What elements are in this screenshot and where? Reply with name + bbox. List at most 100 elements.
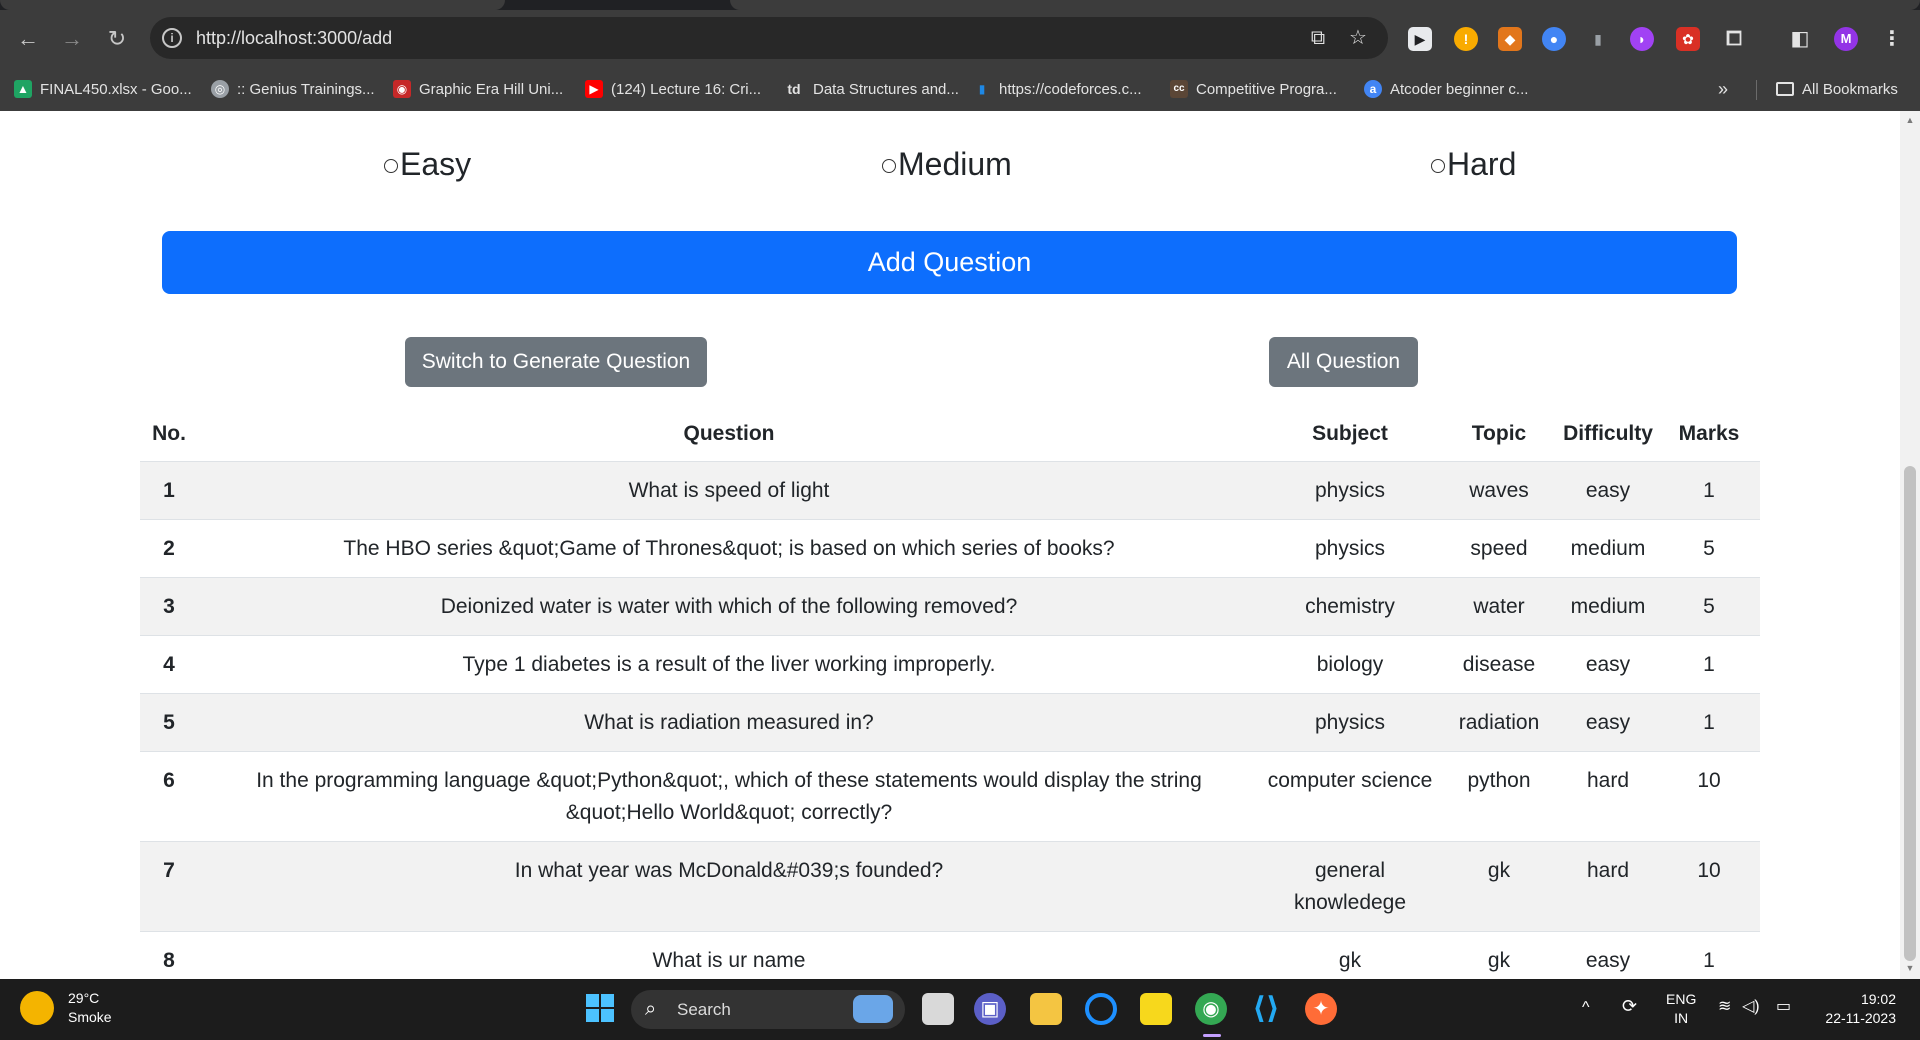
all-question-button[interactable]: All Question — [1269, 337, 1418, 387]
bookmark-item[interactable]: ◉ Graphic Era Hill Uni... — [393, 78, 563, 100]
bookmark-label: Competitive Progra... — [1196, 80, 1337, 98]
bookmark-item[interactable]: ▮ https://codeforces.c... — [973, 78, 1142, 100]
ublock-extension-icon[interactable]: ✿ — [1676, 27, 1700, 51]
add-question-button[interactable]: Add Question — [162, 231, 1737, 294]
browser-chrome: ← → ↻ i http://localhost:3000/add ⧉ ☆ ▶ … — [0, 0, 1920, 111]
taskbar-search[interactable]: ⌕ Search — [631, 990, 905, 1029]
wifi-icon[interactable]: ≋ — [1718, 997, 1731, 1016]
difficulty-radio-easy[interactable]: Easy — [384, 146, 471, 183]
language-indicator[interactable]: ENG IN — [1666, 990, 1696, 1028]
table-row: 3 Deionized water is water with which of … — [140, 577, 1760, 636]
table-row: 5 What is radiation measured in? physics ra… — [140, 693, 1760, 752]
cell-no: 8 — [140, 931, 198, 979]
profile-avatar[interactable]: M — [1834, 27, 1858, 51]
weather-temp: 29°C — [68, 990, 100, 1006]
side-panel-icon[interactable]: ◧ — [1788, 27, 1812, 51]
back-icon[interactable]: ← — [14, 25, 42, 53]
bookmark-item[interactable]: a Atcoder beginner c... — [1364, 78, 1528, 100]
cell-no: 7 — [140, 841, 198, 932]
sync-icon[interactable]: ⟳ — [1622, 997, 1637, 1016]
radio-circle-icon[interactable] — [882, 159, 896, 173]
scrollbar-thumb[interactable] — [1904, 466, 1916, 961]
difficulty-radio-medium[interactable]: Medium — [882, 146, 1012, 183]
chrome-icon[interactable]: ◉ — [1195, 993, 1227, 1025]
dropper-extension-icon[interactable]: ▮ — [1586, 27, 1610, 51]
menu-kebab-icon[interactable]: ⋮ — [1880, 27, 1904, 51]
site-info-icon[interactable]: i — [162, 28, 182, 48]
vscode-icon[interactable]: ⟨⟩ — [1250, 993, 1282, 1025]
cast-extension-icon[interactable]: ▶ — [1408, 27, 1432, 51]
radio-circle-icon[interactable] — [384, 159, 398, 173]
cell-marks: 10 — [1658, 751, 1760, 842]
volume-icon[interactable]: ◁) — [1742, 997, 1760, 1016]
forward-icon[interactable]: → — [58, 25, 86, 53]
bookmark-label: (124) Lecture 16: Cri... — [611, 80, 762, 98]
scroll-down-arrow-icon[interactable]: ▼ — [1905, 963, 1915, 973]
cell-question: Deionized water is water with which of t… — [198, 577, 1260, 636]
weather-sun-icon — [20, 991, 54, 1025]
cell-subject: physics — [1260, 519, 1440, 578]
teams-chat-icon[interactable]: ▣ — [974, 993, 1006, 1025]
bookmark-item[interactable]: ◎ :: Genius Trainings... — [211, 78, 375, 100]
address-bar[interactable]: i http://localhost:3000/add ⧉ ☆ — [150, 17, 1388, 59]
bookmark-star-icon[interactable]: ☆ — [1346, 26, 1370, 50]
cell-question: What is speed of light — [198, 461, 1260, 520]
bookmark-item[interactable]: td Data Structures and... — [783, 78, 959, 100]
cell-topic: water — [1440, 577, 1558, 636]
reload-icon[interactable]: ↻ — [103, 25, 131, 53]
bookmark-item[interactable]: cc Competitive Progra... — [1170, 78, 1337, 100]
scroll-up-arrow-icon[interactable]: ▲ — [1905, 115, 1915, 125]
info-extension-icon[interactable]: ! — [1454, 27, 1478, 51]
postman-icon[interactable]: ✦ — [1305, 993, 1337, 1025]
page-scrollbar[interactable]: ▲ ▼ — [1900, 111, 1920, 979]
cell-difficulty: easy — [1558, 931, 1658, 979]
cell-difficulty: easy — [1558, 693, 1658, 752]
page-content: Easy Medium Hard Add Question Switch to … — [0, 111, 1900, 979]
url-text[interactable]: http://localhost:3000/add — [196, 28, 392, 49]
browser-tab-active[interactable] — [730, 0, 1920, 10]
install-app-icon[interactable]: ⧉ — [1306, 26, 1330, 50]
cell-no: 2 — [140, 519, 198, 578]
cell-difficulty: hard — [1558, 751, 1658, 842]
bookmark-item[interactable]: ▶ (124) Lecture 16: Cri... — [585, 78, 761, 100]
tray-overflow-chevron-icon[interactable]: ^ — [1582, 998, 1590, 1017]
language-code: ENG — [1666, 991, 1697, 1007]
clock[interactable]: 19:02 22-11-2023 — [1814, 990, 1896, 1028]
tab-strip — [0, 0, 1920, 10]
more-bookmarks-chevron-icon[interactable]: » — [1718, 78, 1728, 100]
table-row: 7 In what year was McDonald&#039;s founde… — [140, 841, 1760, 932]
cell-subject: physics — [1260, 461, 1440, 520]
purple-extension-icon[interactable]: ◗ — [1630, 27, 1654, 51]
cell-subject: biology — [1260, 635, 1440, 694]
color-extension-icon[interactable]: ● — [1542, 27, 1566, 51]
file-explorer-icon[interactable] — [1030, 993, 1062, 1025]
cell-no: 1 — [140, 461, 198, 520]
browser-tab[interactable] — [0, 0, 505, 10]
folder-icon — [1776, 82, 1794, 96]
cortana-icon[interactable] — [1085, 993, 1117, 1025]
clock-date: 22-11-2023 — [1825, 1010, 1896, 1026]
cell-difficulty: easy — [1558, 635, 1658, 694]
switch-to-generate-button[interactable]: Switch to Generate Question — [405, 337, 707, 387]
header-no: No. — [140, 407, 198, 462]
extensions-puzzle-icon[interactable]: ⧠ — [1722, 27, 1746, 51]
battery-icon[interactable]: ▭ — [1776, 997, 1791, 1016]
task-view-icon[interactable] — [922, 993, 954, 1025]
weather-widget[interactable]: 29°C Smoke — [20, 989, 112, 1027]
all-bookmarks-button[interactable]: All Bookmarks — [1776, 78, 1898, 100]
difficulty-radio-hard[interactable]: Hard — [1431, 146, 1516, 183]
codeforces-icon: ▮ — [978, 82, 986, 96]
windows-start-icon[interactable] — [584, 993, 616, 1025]
bookmark-label: FINAL450.xlsx - Goo... — [40, 80, 192, 98]
search-icon: ⌕ — [645, 998, 657, 1020]
sticky-notes-icon[interactable] — [1140, 993, 1172, 1025]
radio-circle-icon[interactable] — [1431, 159, 1445, 173]
table-row: 6 In the programming language &quot;Pytho… — [140, 751, 1760, 842]
radio-label: Hard — [1447, 146, 1517, 182]
cell-topic: disease — [1440, 635, 1558, 694]
metamask-extension-icon[interactable]: ◆ — [1498, 27, 1522, 51]
cell-marks: 1 — [1658, 461, 1760, 520]
table-body: 1 What is speed of light physics waves easy 1… — [140, 461, 1760, 979]
cell-question: The HBO series &quot;Game of Thrones&quo… — [198, 519, 1260, 578]
bookmark-item[interactable]: ▲ FINAL450.xlsx - Goo... — [14, 78, 192, 100]
